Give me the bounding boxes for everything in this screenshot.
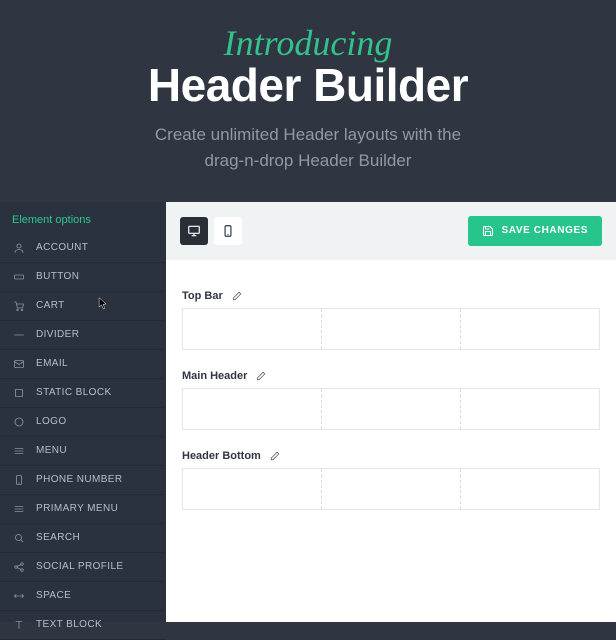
sidebar-item-logo[interactable]: LOGO [0, 408, 166, 437]
save-label: SAVE CHANGES [502, 225, 588, 236]
row-drop-zone[interactable] [182, 388, 600, 430]
sidebar-item-label: DIVIDER [36, 329, 79, 340]
sidebar-item-button[interactable]: BUTTON [0, 263, 166, 292]
builder-canvas: SAVE CHANGES Top Bar Main Header Header Bo… [166, 202, 616, 622]
sidebar-item-static-block[interactable]: STATIC BLOCK [0, 379, 166, 408]
canvas-toolbar: SAVE CHANGES [166, 202, 616, 260]
circle-icon [12, 415, 26, 429]
column-slot[interactable] [321, 389, 460, 429]
sidebar-item-menu[interactable]: MENU [0, 437, 166, 466]
menu-icon [12, 502, 26, 516]
mobile-icon [221, 224, 235, 238]
sidebar-item-space[interactable]: SPACE [0, 582, 166, 611]
sidebar-item-label: CART [36, 300, 65, 311]
pencil-icon[interactable] [231, 290, 243, 302]
sidebar-item-label: LOGO [36, 416, 67, 427]
row-drop-zone[interactable] [182, 468, 600, 510]
user-icon [12, 241, 26, 255]
save-changes-button[interactable]: SAVE CHANGES [468, 216, 602, 246]
sidebar-item-label: EMAIL [36, 358, 68, 369]
header-row-main-header: Main Header [182, 370, 600, 430]
builder-panel: Element options ACCOUNT BUTTON CART DIVIDER… [0, 202, 616, 622]
sidebar-item-account[interactable]: ACCOUNT [0, 234, 166, 263]
column-slot[interactable] [183, 309, 321, 349]
hero-sub-line2: drag-n-drop Header Builder [205, 151, 412, 170]
pencil-icon[interactable] [269, 450, 281, 462]
text-icon [12, 618, 26, 632]
elements-sidebar: Element options ACCOUNT BUTTON CART DIVIDER… [0, 202, 166, 622]
sidebar-item-label: SEARCH [36, 532, 80, 543]
device-desktop-button[interactable] [180, 217, 208, 245]
desktop-icon [187, 224, 201, 238]
square-icon [12, 386, 26, 400]
sidebar-item-search[interactable]: SEARCH [0, 524, 166, 553]
save-icon [482, 225, 494, 237]
sidebar-item-label: MENU [36, 445, 67, 456]
cart-icon [12, 299, 26, 313]
device-mobile-button[interactable] [214, 217, 242, 245]
sidebar-item-text-block[interactable]: TEXT BLOCK [0, 611, 166, 640]
column-slot[interactable] [460, 389, 599, 429]
sidebar-item-label: ACCOUNT [36, 242, 88, 253]
header-row-header-bottom: Header Bottom [182, 450, 600, 510]
sidebar-item-email[interactable]: EMAIL [0, 350, 166, 379]
sidebar-item-label: PHONE NUMBER [36, 474, 122, 485]
hero-section: Introducing Header Builder Create unlimi… [0, 0, 616, 175]
sidebar-item-label: STATIC BLOCK [36, 387, 112, 398]
sidebar-item-label: BUTTON [36, 271, 79, 282]
row-drop-zone[interactable] [182, 308, 600, 350]
mail-icon [12, 357, 26, 371]
hero-sub-line1: Create unlimited Header layouts with the [155, 125, 461, 144]
row-title: Header Bottom [182, 450, 261, 462]
row-header: Main Header [182, 370, 600, 382]
sidebar-title: Element options [0, 202, 166, 234]
arrows-icon [12, 589, 26, 603]
pencil-icon[interactable] [255, 370, 267, 382]
sidebar-item-phone-number[interactable]: PHONE NUMBER [0, 466, 166, 495]
header-rows: Top Bar Main Header Header Bottom [166, 260, 616, 546]
sidebar-item-label: PRIMARY MENU [36, 503, 118, 514]
device-switcher [180, 217, 242, 245]
row-header: Top Bar [182, 290, 600, 302]
row-header: Header Bottom [182, 450, 600, 462]
sidebar-item-divider[interactable]: DIVIDER [0, 321, 166, 350]
column-slot[interactable] [183, 389, 321, 429]
row-title: Top Bar [182, 290, 223, 302]
menu-icon [12, 444, 26, 458]
column-slot[interactable] [321, 469, 460, 509]
search-icon [12, 531, 26, 545]
sidebar-item-label: TEXT BLOCK [36, 619, 102, 630]
sidebar-item-primary-menu[interactable]: PRIMARY MENU [0, 495, 166, 524]
column-slot[interactable] [183, 469, 321, 509]
column-slot[interactable] [460, 309, 599, 349]
line-icon [12, 328, 26, 342]
sidebar-item-label: SOCIAL PROFILE [36, 561, 123, 572]
hero-title: Header Builder [0, 58, 616, 112]
sidebar-item-cart[interactable]: CART [0, 292, 166, 321]
sidebar-item-label: SPACE [36, 590, 71, 601]
sidebar-item-social-profile[interactable]: SOCIAL PROFILE [0, 553, 166, 582]
row-title: Main Header [182, 370, 247, 382]
share-icon [12, 560, 26, 574]
phone-icon [12, 473, 26, 487]
column-slot[interactable] [321, 309, 460, 349]
header-row-top-bar: Top Bar [182, 290, 600, 350]
column-slot[interactable] [460, 469, 599, 509]
hero-subtitle: Create unlimited Header layouts with the… [0, 122, 616, 175]
rect-icon [12, 270, 26, 284]
